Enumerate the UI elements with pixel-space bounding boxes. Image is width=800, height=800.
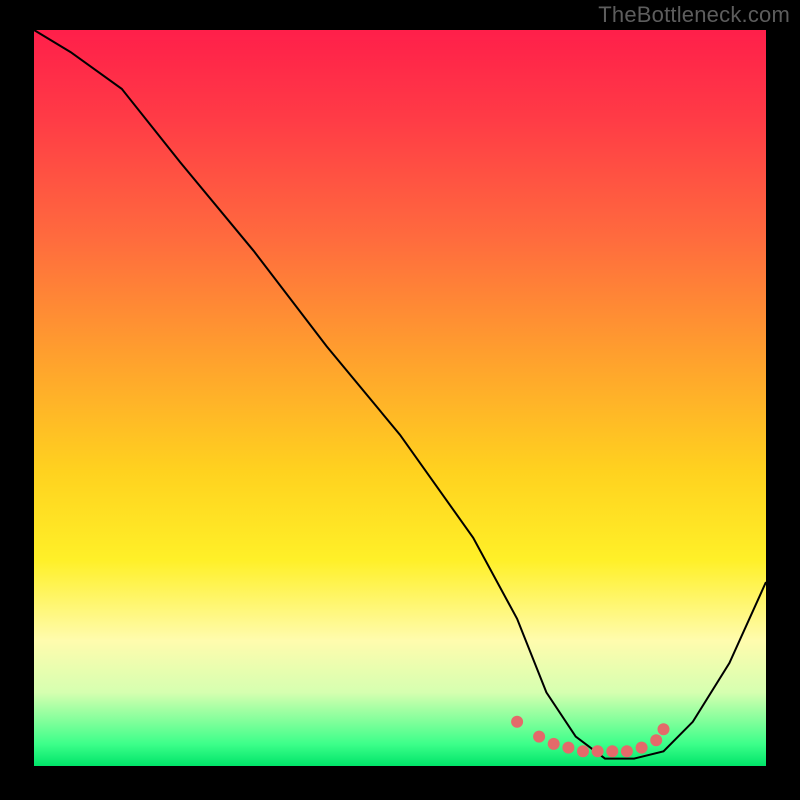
- marker-point: [577, 745, 589, 757]
- marker-point: [636, 742, 648, 754]
- plot-area: [34, 30, 766, 766]
- chart-root: TheBottleneck.com: [0, 0, 800, 800]
- marker-point: [621, 745, 633, 757]
- marker-point: [548, 738, 560, 750]
- marker-point: [658, 723, 670, 735]
- marker-point: [533, 731, 545, 743]
- chart-svg: [34, 30, 766, 766]
- marker-point: [592, 745, 604, 757]
- series-curve: [34, 30, 766, 759]
- marker-point: [511, 716, 523, 728]
- watermark-text: TheBottleneck.com: [598, 2, 790, 28]
- marker-point: [562, 742, 574, 754]
- marker-point: [606, 745, 618, 757]
- marker-group: [511, 716, 669, 758]
- marker-point: [650, 734, 662, 746]
